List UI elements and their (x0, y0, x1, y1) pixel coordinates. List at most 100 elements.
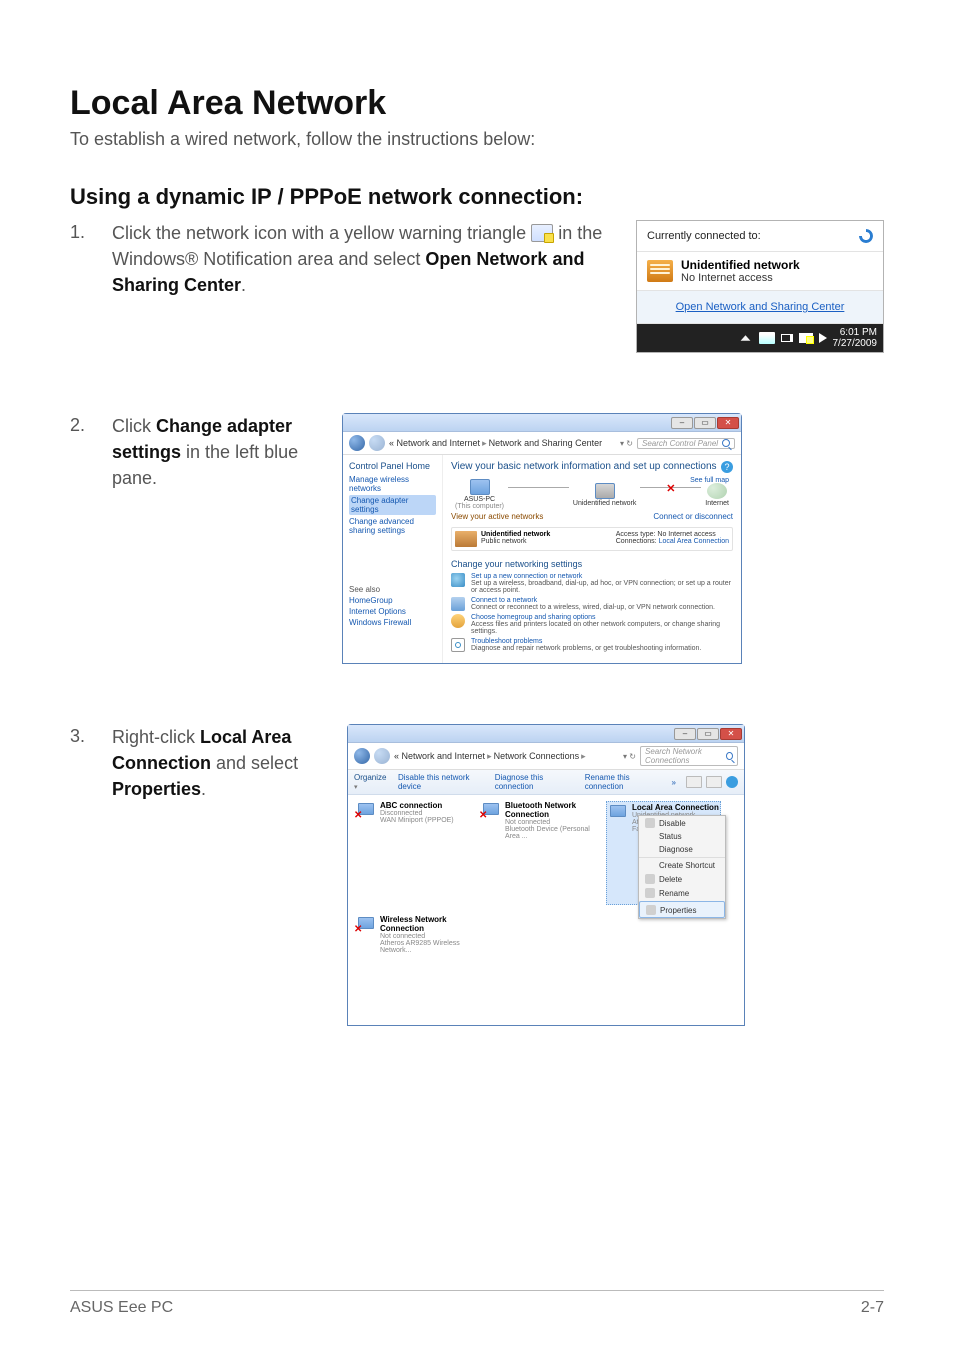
network-map: See full map ASUS-PC (This computer) Uni… (451, 479, 733, 510)
view-button[interactable] (686, 776, 702, 788)
ctx-properties[interactable]: Properties (639, 901, 725, 918)
network-connections-window: – ▭ ✕ « Network and Internet▸Network Con… (347, 724, 745, 1026)
ctx-status[interactable]: Status (639, 830, 725, 843)
back-button[interactable] (354, 748, 370, 764)
breadcrumb[interactable]: « Network and Internet▸Network Connectio… (394, 751, 619, 762)
footer-page-number: 2-7 (861, 1299, 884, 1317)
open-sharing-center-link[interactable]: Open Network and Sharing Center (676, 301, 845, 313)
troubleshoot-icon (451, 638, 465, 652)
ctx-rename[interactable]: Rename (639, 886, 725, 900)
refresh-icon[interactable] (859, 229, 873, 243)
diagnose-button[interactable]: Diagnose this connection (495, 773, 575, 791)
task-homegroup[interactable]: Choose homegroup and sharing optionsAcce… (451, 614, 733, 635)
disconnect-x-icon: ✕ (666, 482, 675, 495)
see-also-firewall[interactable]: Windows Firewall (349, 618, 436, 627)
step-number: 1. (70, 220, 102, 243)
step3-text: Right-click Local Area Connection and se… (112, 724, 337, 802)
maximize-button[interactable]: ▭ (694, 417, 716, 429)
search-icon (726, 752, 733, 760)
breadcrumb[interactable]: « Network and Internet▸Network and Shari… (389, 438, 616, 449)
conn-wireless[interactable]: ✕ Wireless Network ConnectionNot connect… (356, 915, 471, 1019)
minimize-button[interactable]: – (674, 728, 696, 740)
forward-button[interactable] (369, 435, 385, 451)
taskbar-clock[interactable]: 6:01 PM 7/27/2009 (833, 327, 878, 349)
search-input[interactable]: Search Network Connections (640, 746, 738, 766)
task-setup-connection[interactable]: Set up a new connection or networkSet up… (451, 573, 733, 594)
rename-button[interactable]: Rename this connection (585, 773, 662, 791)
connect-disconnect-link[interactable]: Connect or disconnect (653, 512, 733, 521)
main-heading: View your basic network information and … (451, 461, 717, 473)
ctx-shortcut[interactable]: Create Shortcut (639, 857, 725, 872)
titlebar[interactable]: – ▭ ✕ (343, 414, 741, 432)
network-status: No Internet access (681, 272, 800, 284)
ctx-diagnose[interactable]: Diagnose (639, 843, 725, 856)
see-full-map-link[interactable]: See full map (690, 477, 729, 484)
back-button[interactable] (349, 435, 365, 451)
toolbar-more[interactable]: » (672, 778, 676, 787)
see-also-label: See also (349, 585, 436, 594)
network-bench-icon (647, 260, 673, 282)
conn-abc[interactable]: ✕ ABC connectionDisconnectedWAN Miniport… (356, 801, 471, 905)
left-pane: Control Panel Home Manage wireless netwo… (343, 455, 443, 663)
network-name: Unidentified network (681, 258, 800, 272)
step-number: 2. (70, 413, 102, 436)
globe-icon (707, 483, 727, 499)
active-networks-label: View your active networks (451, 512, 543, 521)
show-hidden-icon[interactable] (739, 331, 753, 345)
maximize-button[interactable]: ▭ (697, 728, 719, 740)
forward-button[interactable] (374, 748, 390, 764)
network-tray-icon-taskbar[interactable] (799, 333, 813, 343)
properties-icon (646, 905, 656, 915)
section-heading: Using a dynamic IP / PPPoE network conne… (70, 184, 884, 210)
delete-icon (645, 874, 655, 884)
setup-icon (451, 573, 465, 587)
footer-product: ASUS Eee PC (70, 1299, 173, 1317)
preview-pane-button[interactable] (706, 776, 722, 788)
side-link-wireless[interactable]: Manage wireless networks (349, 475, 436, 493)
side-link-change-adapter[interactable]: Change adapter settings (349, 495, 436, 515)
toolbar: Organize Disable this network device Dia… (348, 770, 744, 795)
battery-icon[interactable] (781, 334, 793, 342)
volume-icon[interactable] (819, 333, 827, 343)
page-footer: ASUS Eee PC 2-7 (70, 1290, 884, 1317)
taskbar: 6:01 PM 7/27/2009 (637, 324, 883, 352)
sharing-center-window: – ▭ ✕ « Network and Internet▸Network and… (342, 413, 742, 664)
rename-icon (645, 888, 655, 898)
intro-text: To establish a wired network, follow the… (70, 129, 884, 150)
see-also-internet-options[interactable]: Internet Options (349, 607, 436, 616)
minimize-button[interactable]: – (671, 417, 693, 429)
organize-menu[interactable]: Organize (354, 773, 388, 791)
step-number: 3. (70, 724, 102, 747)
conn-bluetooth[interactable]: ✕ Bluetooth Network ConnectionNot connec… (481, 801, 596, 905)
action-center-icon[interactable] (759, 332, 775, 344)
bench-icon (455, 531, 477, 547)
disable-device-button[interactable]: Disable this network device (398, 773, 485, 791)
network-row[interactable]: Unidentified network No Internet access (637, 252, 883, 291)
search-input[interactable]: Search Control Panel (637, 438, 735, 449)
connect-icon (451, 597, 465, 611)
disable-icon (645, 818, 655, 828)
pc-icon (470, 479, 490, 495)
close-button[interactable]: ✕ (720, 728, 742, 740)
active-network-card: Unidentified network Public network Acce… (451, 527, 733, 551)
ctx-delete[interactable]: Delete (639, 872, 725, 886)
side-heading[interactable]: Control Panel Home (349, 461, 436, 471)
page-title: Local Area Network (70, 84, 884, 123)
help-button[interactable] (726, 776, 738, 788)
network-popup: Currently connected to: Unidentified net… (636, 220, 884, 353)
context-menu: Disable Status Diagnose Create Shortcut … (638, 815, 726, 919)
see-also-homegroup[interactable]: HomeGroup (349, 596, 436, 605)
task-troubleshoot[interactable]: Troubleshoot problemsDiagnose and repair… (451, 638, 733, 652)
change-settings-label: Change your networking settings (451, 559, 733, 569)
ctx-disable[interactable]: Disable (639, 816, 725, 830)
task-connect-network[interactable]: Connect to a networkConnect or reconnect… (451, 597, 733, 611)
network-tray-icon (531, 224, 553, 242)
network-icon (595, 483, 615, 499)
close-button[interactable]: ✕ (717, 417, 739, 429)
lac-link[interactable]: Local Area Connection (659, 538, 729, 545)
homegroup-icon (451, 614, 465, 628)
titlebar[interactable]: – ▭ ✕ (348, 725, 744, 743)
side-link-advanced-sharing[interactable]: Change advanced sharing settings (349, 517, 436, 535)
step2-text: Click Change adapter settings in the lef… (112, 413, 332, 491)
help-icon[interactable]: ? (721, 461, 733, 473)
